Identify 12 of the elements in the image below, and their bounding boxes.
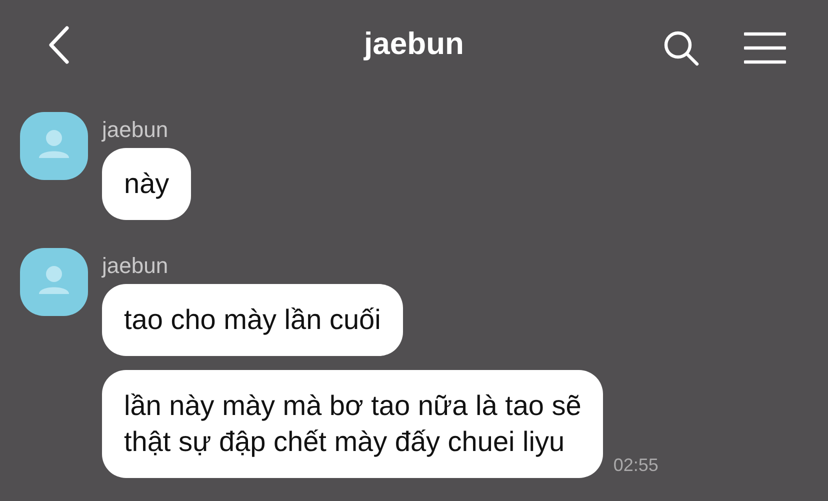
avatar[interactable] <box>20 248 88 316</box>
sender-name: jaebun <box>102 118 170 142</box>
avatar[interactable] <box>20 112 88 180</box>
message-bubble: lần này mày mà bơ tao nữa là tao sẽ thật sự đập chết mày đấy chuei liyu <box>102 370 604 478</box>
message-time: 02:55 <box>613 455 658 476</box>
message-bubble: tao cho mày lần cuối <box>102 284 403 356</box>
sender-name: jaebun <box>102 254 170 278</box>
search-icon[interactable] <box>663 30 699 66</box>
back-icon[interactable] <box>47 26 71 64</box>
menu-icon[interactable] <box>744 32 786 64</box>
chat-title: jaebun <box>362 26 465 62</box>
message-bubble: này <box>102 148 192 220</box>
